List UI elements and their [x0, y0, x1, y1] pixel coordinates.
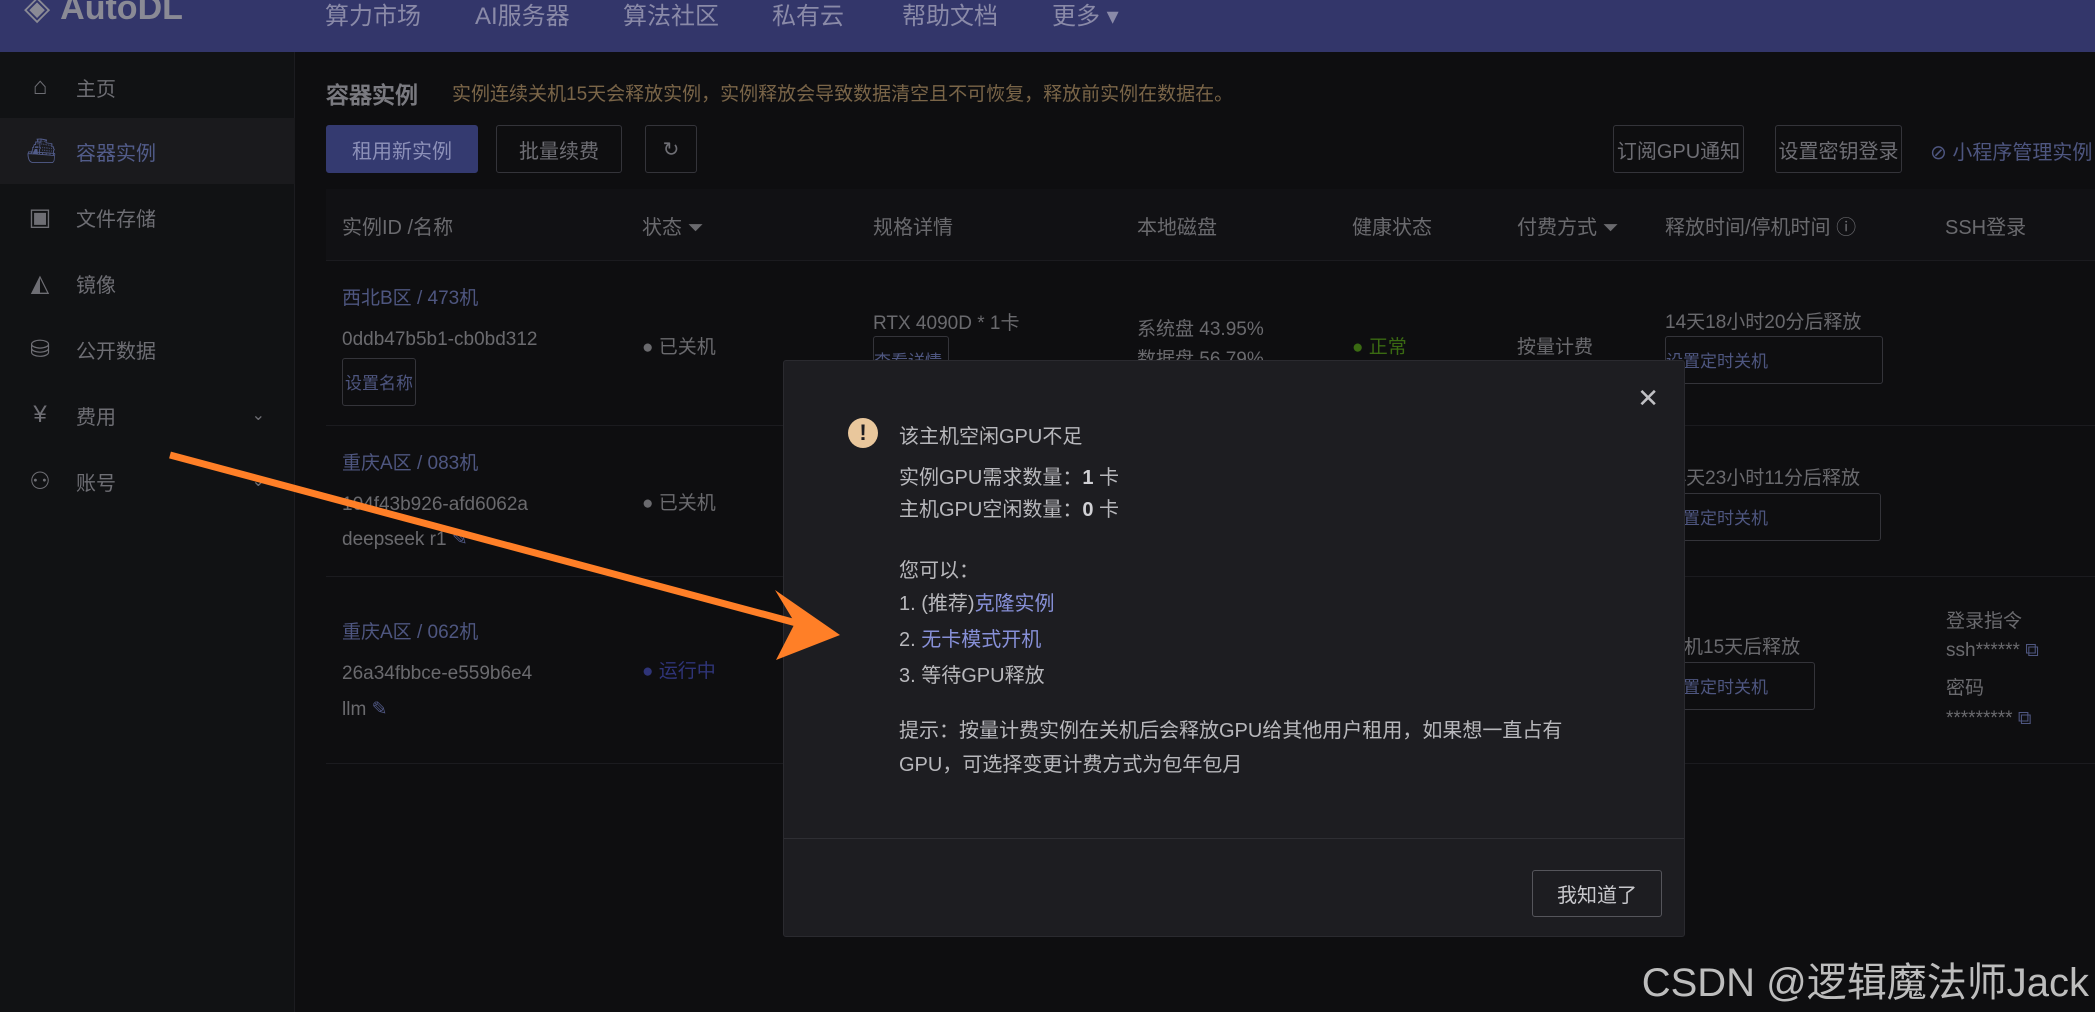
annotation-arrow [169, 451, 840, 660]
arrow-shaft [169, 451, 801, 628]
arrow-head [775, 590, 840, 660]
watermark: CSDN @逻辑魔法师Jack [1641, 961, 2089, 1005]
